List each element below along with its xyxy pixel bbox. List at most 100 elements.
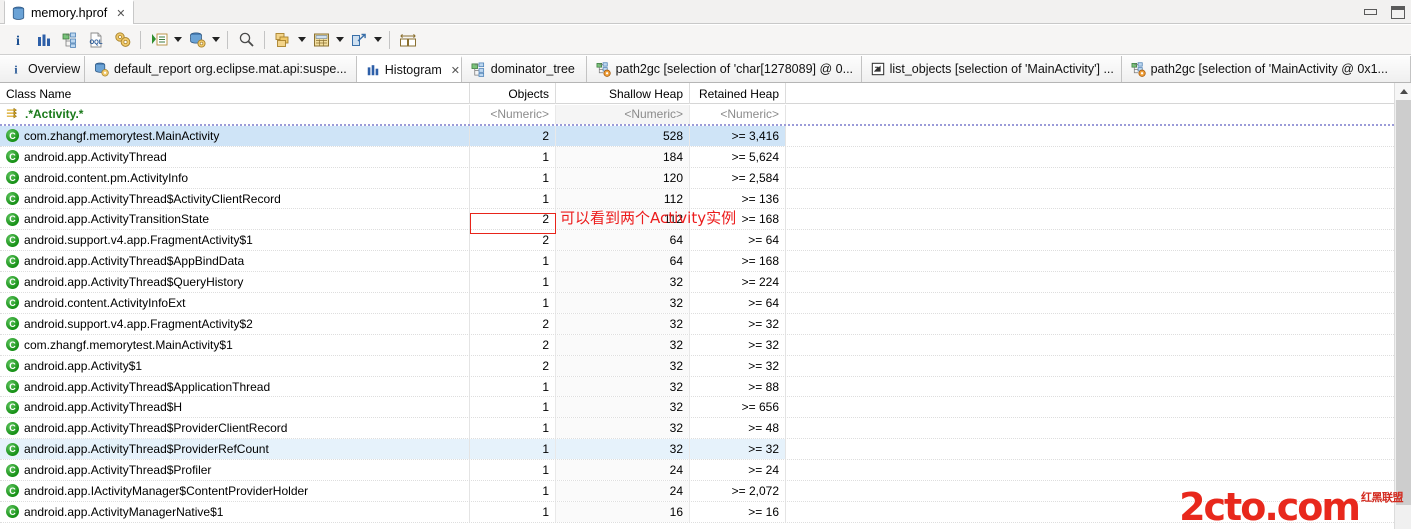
class-name-cell[interactable]: Candroid.app.ActivityThread$H [0,397,470,417]
table-row[interactable]: Candroid.app.ActivityThread$ProviderClie… [0,418,1394,439]
table-row[interactable]: Candroid.app.ActivityThread$ProviderRefC… [0,439,1394,460]
view-tab-histogram[interactable]: Histogram✕ [357,56,462,82]
table-row[interactable]: Candroid.app.ActivityThread$AppBindData1… [0,251,1394,272]
table-row[interactable]: Candroid.app.ActivityThread$H132>= 656 [0,397,1394,418]
editor-tab-strip: memory.hprof ✕ [0,0,1411,24]
objects-cell: 1 [470,189,556,209]
toolbar: i OQL [0,25,1411,55]
objects-cell: 1 [470,272,556,292]
group-by-dropdown[interactable] [296,27,308,53]
view-tab-path2gc[interactable]: path2gc [selection of 'char[1278089] @ 0… [587,56,862,82]
calculator-dropdown[interactable] [334,27,346,53]
class-name-label: android.app.IActivityManager$ContentProv… [24,484,308,498]
export-dropdown[interactable] [372,27,384,53]
class-name-cell[interactable]: Candroid.support.v4.app.FragmentActivity… [0,230,470,250]
table-filter-row[interactable]: .*Activity.*<Numeric><Numeric><Numeric> [0,105,1394,126]
table-row[interactable]: Ccom.zhangf.memorytest.MainActivity$1232… [0,335,1394,356]
view-tab-path2gc[interactable]: path2gc [selection of 'MainActivity @ 0x… [1122,56,1411,82]
run-expert-system-test-icon[interactable] [109,27,135,53]
class-name-cell[interactable]: Candroid.support.v4.app.FragmentActivity… [0,314,470,334]
objects-cell: 2 [470,230,556,250]
shallow-heap-cell: 32 [556,356,690,376]
class-name-cell[interactable]: Candroid.app.ActivityThread$ProviderRefC… [0,439,470,459]
close-icon[interactable]: ✕ [451,65,460,76]
class-name-cell[interactable]: Ccom.zhangf.memorytest.MainActivity [0,126,470,146]
class-name-cell[interactable]: Candroid.app.ActivityTransitionState [0,209,470,229]
scroll-up-arrow-icon[interactable] [1395,83,1411,100]
vertical-scrollbar[interactable] [1394,83,1411,529]
table-row[interactable]: Candroid.support.v4.app.FragmentActivity… [0,314,1394,335]
column-header-objects[interactable]: Objects [470,83,556,104]
dominator-tree-icon[interactable] [57,27,83,53]
find-leaks-dropdown[interactable] [210,27,222,53]
table-row[interactable]: Candroid.app.ActivityThread$ApplicationT… [0,377,1394,398]
class-name-label: com.zhangf.memorytest.MainActivity$1 [24,338,233,352]
class-name-cell[interactable]: Candroid.app.ActivityThread$QueryHistory [0,272,470,292]
table-row[interactable]: Candroid.support.v4.app.FragmentActivity… [0,230,1394,251]
view-tab-label: path2gc [selection of 'char[1278089] @ 0… [616,62,853,76]
find-leaks-icon[interactable] [184,27,210,53]
class-name-cell[interactable]: Candroid.app.IActivityManager$ContentPro… [0,481,470,501]
overview-info-icon[interactable]: i [5,27,31,53]
objects-cell: 1 [470,460,556,480]
class-name-cell[interactable]: Candroid.content.ActivityInfoExt [0,293,470,313]
objects-cell: 2 [470,126,556,146]
column-header-retained-heap[interactable]: Retained Heap [690,83,786,104]
class-name-cell[interactable]: Candroid.app.ActivityThread [0,147,470,167]
filter-class-name-cell[interactable]: .*Activity.* [0,105,470,124]
table-row[interactable]: Candroid.app.ActivityManagerNative$1116>… [0,502,1394,523]
maximize-icon[interactable] [1391,6,1405,19]
table-row[interactable]: Candroid.app.ActivityThread$QueryHistory… [0,272,1394,293]
compare-icon[interactable] [395,27,421,53]
objects-cell: 2 [470,335,556,355]
filter-objects-cell[interactable]: <Numeric> [470,105,556,124]
class-name-cell[interactable]: Candroid.app.ActivityThread$ProviderClie… [0,418,470,438]
view-tab-default_report[interactable]: default_report org.eclipse.mat.api:suspe… [85,56,357,82]
shallow-heap-cell: 112 [556,189,690,209]
column-header-class-name[interactable]: Class Name [0,83,470,104]
class-icon: C [6,255,19,268]
separator-1 [140,31,141,49]
table-row[interactable]: Candroid.app.Activity$1232>= 32 [0,356,1394,377]
export-icon[interactable] [346,27,372,53]
view-tab-label: dominator_tree [491,62,575,76]
class-name-cell[interactable]: Ccom.zhangf.memorytest.MainActivity$1 [0,335,470,355]
calculator-icon[interactable] [308,27,334,53]
table-row[interactable]: Candroid.app.ActivityThread1184>= 5,624 [0,147,1394,168]
editor-tab-memory-hprof[interactable]: memory.hprof ✕ [4,0,134,24]
search-icon[interactable] [233,27,259,53]
filter-shallow-heap-cell[interactable]: <Numeric> [556,105,690,124]
close-icon[interactable]: ✕ [116,8,125,19]
scrollbar-thumb[interactable] [1396,100,1411,505]
class-name-cell[interactable]: Candroid.content.pm.ActivityInfo [0,168,470,188]
class-icon: C [6,443,19,456]
column-header-shallow-heap[interactable]: Shallow Heap [556,83,690,104]
open-query-browser-icon[interactable] [146,27,172,53]
class-name-cell[interactable]: Candroid.app.ActivityThread$AppBindData [0,251,470,271]
minimize-icon[interactable] [1364,9,1377,15]
open-query-browser-dropdown[interactable] [172,27,184,53]
class-name-cell[interactable]: Candroid.app.ActivityThread$ApplicationT… [0,377,470,397]
table-row[interactable]: Candroid.content.ActivityInfoExt132>= 64 [0,293,1394,314]
table-row[interactable]: Candroid.content.pm.ActivityInfo1120>= 2… [0,168,1394,189]
histogram-icon[interactable] [31,27,57,53]
table-row[interactable]: Candroid.app.IActivityManager$ContentPro… [0,481,1394,502]
group-by-icon[interactable] [270,27,296,53]
path2gc-icon [1131,62,1146,77]
oql-icon[interactable]: OQL [83,27,109,53]
class-name-cell[interactable]: Candroid.app.ActivityThread$ActivityClie… [0,189,470,209]
table-row[interactable]: Candroid.app.ActivityThread$ActivityClie… [0,189,1394,210]
class-name-label: android.content.pm.ActivityInfo [24,171,188,185]
view-tab-list_objects[interactable]: list_objects [selection of 'MainActivity… [862,56,1122,82]
view-tab-dominator_tree[interactable]: dominator_tree [462,56,587,82]
table-row[interactable]: Ccom.zhangf.memorytest.MainActivity2528>… [0,126,1394,147]
view-tab-overview[interactable]: iOverview [0,56,85,82]
shallow-heap-cell: 32 [556,293,690,313]
table-row[interactable]: Candroid.app.ActivityTransitionState2112… [0,209,1394,230]
retained-heap-cell: >= 224 [690,272,786,292]
class-name-cell[interactable]: Candroid.app.ActivityThread$Profiler [0,460,470,480]
filter-retained-heap-cell[interactable]: <Numeric> [690,105,786,124]
table-row[interactable]: Candroid.app.ActivityThread$Profiler124>… [0,460,1394,481]
class-name-cell[interactable]: Candroid.app.Activity$1 [0,356,470,376]
class-name-cell[interactable]: Candroid.app.ActivityManagerNative$1 [0,502,470,522]
